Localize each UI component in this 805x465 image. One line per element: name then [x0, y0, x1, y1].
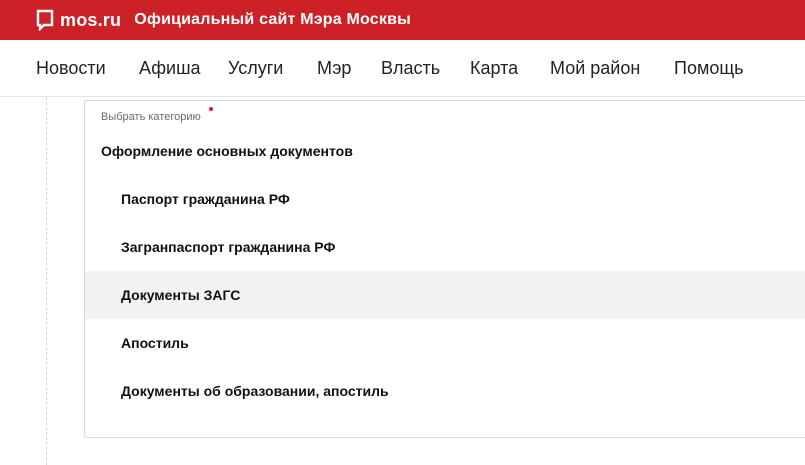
nav-item-afisha[interactable]: Афиша [139, 58, 201, 79]
option-group-title: Оформление основных документов [101, 143, 353, 159]
category-field-label: Выбрать категорию [101, 111, 201, 123]
option-label: Документы ЗАГС [121, 287, 241, 303]
option-passport[interactable]: Паспорт гражданина РФ [85, 175, 805, 223]
required-indicator [209, 107, 213, 111]
mos-ru-logo[interactable]: mos.ru [36, 9, 122, 32]
option-zags-documents[interactable]: Документы ЗАГС [85, 271, 805, 319]
option-label: Документы об образовании, апостиль [121, 383, 389, 399]
nav-item-help[interactable]: Помощь [674, 58, 744, 79]
nav-item-mayor[interactable]: Мэр [317, 58, 351, 79]
nav-item-map[interactable]: Карта [470, 58, 518, 79]
top-header-bar: mos.ru Официальный сайт Мэра Москвы [0, 0, 805, 40]
nav-item-my-district[interactable]: Мой район [550, 58, 640, 79]
nav-item-services[interactable]: Услуги [228, 58, 283, 79]
option-foreign-passport[interactable]: Загранпаспорт гражданина РФ [85, 223, 805, 271]
nav-item-government[interactable]: Власть [381, 58, 440, 79]
option-apostille[interactable]: Апостиль [85, 319, 805, 367]
speech-bubble-icon [36, 9, 54, 32]
option-label: Апостиль [121, 335, 189, 351]
option-education-documents-apostille[interactable]: Документы об образовании, апостиль [85, 367, 805, 415]
site-title: Официальный сайт Мэра Москвы [134, 11, 411, 28]
main-navigation: Новости Афиша Услуги Мэр Власть Карта Мо… [0, 40, 805, 97]
option-label: Паспорт гражданина РФ [121, 191, 290, 207]
option-label: Загранпаспорт гражданина РФ [121, 239, 336, 255]
category-dropdown-panel: Выбрать категорию Оформление основных до… [84, 100, 805, 438]
logo-text: mos.ru [60, 9, 122, 30]
timeline-divider [46, 97, 47, 465]
nav-item-news[interactable]: Новости [36, 58, 106, 79]
